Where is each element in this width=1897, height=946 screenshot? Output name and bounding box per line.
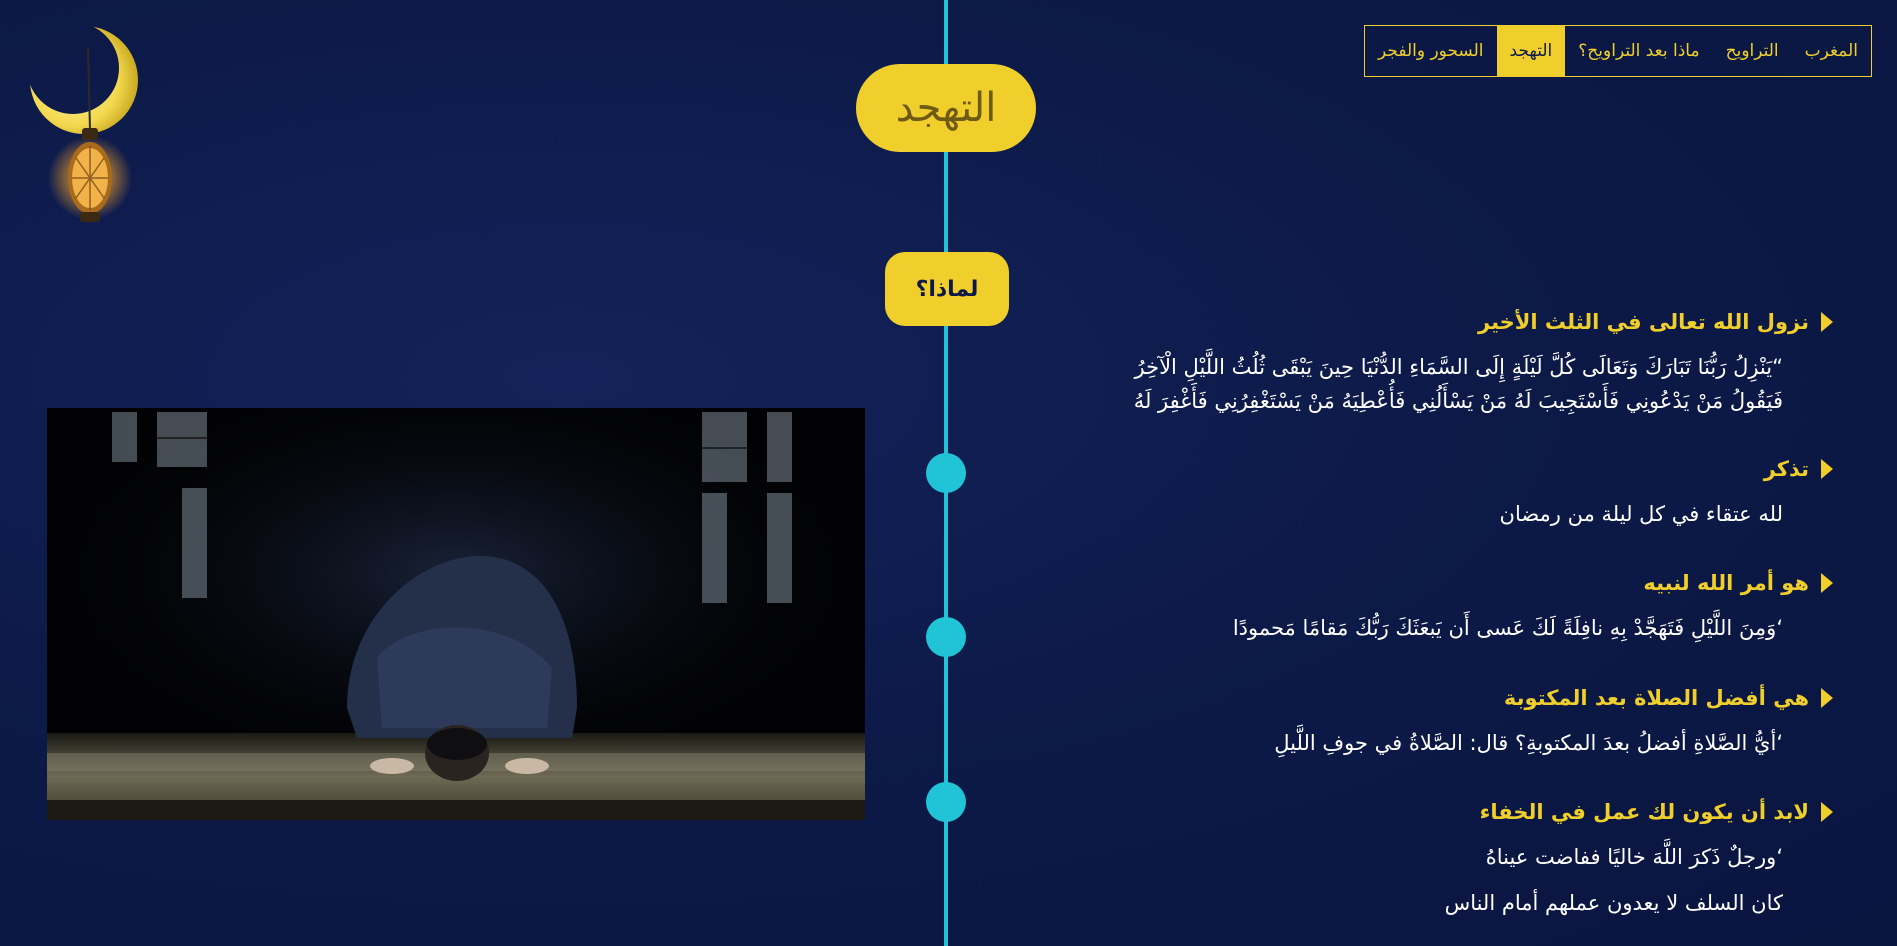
- section-heading-text: هو أمر الله لنبيه: [1643, 571, 1809, 595]
- section-body: ‘وَمِنَ اللَّيْلِ فَتَهَجَّدْ بِهِ نافِل…: [937, 611, 1817, 645]
- caret-left-icon: [1821, 312, 1833, 332]
- section-body: ‘أيُّ الصَّلاةِ أفضلُ بعدَ المكتوبةِ؟ قا…: [937, 726, 1817, 760]
- caret-left-icon: [1821, 688, 1833, 708]
- section-command: هو أمر الله لنبيه ‘وَمِنَ اللَّيْلِ فَتَ…: [937, 571, 1833, 645]
- crescent-lantern-icon: [18, 18, 148, 238]
- section-heading-text: نزول الله تعالى في الثلث الأخير: [1478, 310, 1809, 334]
- section-heading: هو أمر الله لنبيه: [937, 571, 1833, 595]
- section-heading: لابد أن يكون لك عمل في الخفاء: [937, 800, 1833, 824]
- man-praying-sujood-photo: [47, 408, 865, 820]
- nav-item-suhoor-fajr[interactable]: السحور والفجر: [1365, 26, 1497, 76]
- section-body: ‘ورجلٌ ذَكرَ اللَّهَ خاليًا ففاضت عيناهُ…: [937, 840, 1817, 920]
- section-remember: تذكر لله عتقاء في كل ليلة من رمضان: [937, 457, 1833, 531]
- section-text-line: كان السلف لا يعدون عملهم أمام الناس: [1444, 891, 1783, 915]
- section-text-line: “يَنْزِلُ رَبُّنَا تَبَارَكَ وَتَعَالَى …: [1134, 355, 1784, 379]
- section-text-line: ‘ورجلٌ ذَكرَ اللَّهَ خاليًا ففاضت عيناهُ: [1485, 845, 1783, 869]
- section-secret-deeds: لابد أن يكون لك عمل في الخفاء ‘ورجلٌ ذَك…: [937, 800, 1833, 920]
- section-best-prayer: هي أفضل الصلاة بعد المكتوبة ‘أيُّ الصَّل…: [937, 686, 1833, 760]
- section-heading: تذكر: [937, 457, 1833, 481]
- section-body: “يَنْزِلُ رَبُّنَا تَبَارَكَ وَتَعَالَى …: [937, 350, 1817, 418]
- section-heading-text: هي أفضل الصلاة بعد المكتوبة: [1503, 686, 1809, 710]
- section-text-line: ‘أيُّ الصَّلاةِ أفضلُ بعدَ المكتوبةِ؟ قا…: [1274, 731, 1783, 755]
- section-text-line: لله عتقاء في كل ليلة من رمضان: [1499, 502, 1783, 526]
- caret-left-icon: [1821, 802, 1833, 822]
- section-descent: نزول الله تعالى في الثلث الأخير “يَنْزِل…: [937, 310, 1833, 418]
- nav-item-maghrib[interactable]: المغرب: [1792, 26, 1871, 76]
- section-heading-text: تذكر: [1763, 457, 1809, 481]
- section-text-line: فَيَقُولُ مَنْ يَدْعُونِي فَأَسْتَجِيبَ …: [1133, 389, 1783, 413]
- caret-left-icon: [1821, 459, 1833, 479]
- section-heading: نزول الله تعالى في الثلث الأخير: [937, 310, 1833, 334]
- nav-item-after-taraweeh[interactable]: ماذا بعد التراويح؟: [1565, 26, 1712, 76]
- page-title: التهجد: [856, 64, 1036, 152]
- section-heading-text: لابد أن يكون لك عمل في الخفاء: [1479, 800, 1809, 824]
- caret-left-icon: [1821, 573, 1833, 593]
- section-body: لله عتقاء في كل ليلة من رمضان: [937, 497, 1817, 531]
- section-text-line: ‘وَمِنَ اللَّيْلِ فَتَهَجَّدْ بِهِ نافِل…: [1232, 616, 1783, 640]
- nav-item-taraweeh[interactable]: التراويح: [1713, 26, 1792, 76]
- top-nav: المغرب التراويح ماذا بعد التراويح؟ التهج…: [1364, 25, 1872, 77]
- section-heading: هي أفضل الصلاة بعد المكتوبة: [937, 686, 1833, 710]
- nav-item-tahajjud[interactable]: التهجد: [1496, 26, 1566, 76]
